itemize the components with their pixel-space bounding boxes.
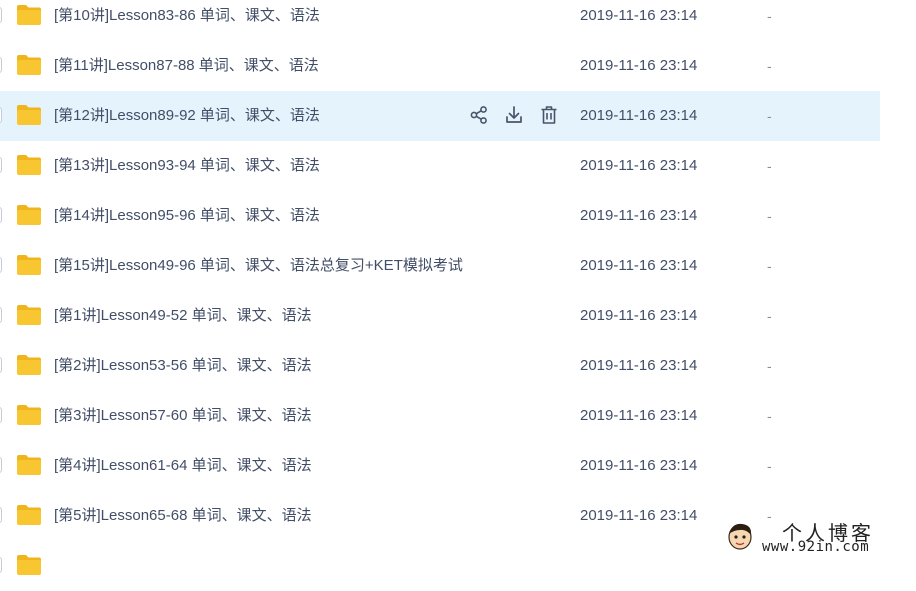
row-checkbox[interactable] [0,257,2,273]
file-name[interactable]: [第11讲]Lesson87-88 单词、课文、语法 [54,56,319,76]
delete-icon[interactable] [538,104,560,126]
file-list: [第10讲]Lesson83-86 单词、课文、语法 2019-11-16 23:… [0,0,880,591]
folder-icon [16,154,42,176]
file-name[interactable]: [第13讲]Lesson93-94 单词、课文、语法 [54,156,320,176]
file-name[interactable]: [第4讲]Lesson61-64 单词、课文、语法 [54,456,312,476]
file-size: - [767,308,772,324]
folder-icon [16,54,42,76]
modified-date: 2019-11-16 23:14 [580,257,698,274]
row-checkbox[interactable] [0,307,2,323]
file-row[interactable]: [第15讲]Lesson49-96 单词、课文、语法总复习+KET模拟考试 201… [0,241,880,291]
modified-date: 2019-11-16 23:14 [580,7,698,24]
file-row[interactable]: [第3讲]Lesson57-60 单词、课文、语法 2019-11-16 23:1… [0,391,880,441]
row-checkbox[interactable] [0,107,2,123]
row-checkbox[interactable] [0,57,2,73]
file-name[interactable]: [第5讲]Lesson65-68 单词、课文、语法 [54,506,312,526]
file-row[interactable]: [第1讲]Lesson49-52 单词、课文、语法 2019-11-16 23:1… [0,291,880,341]
watermark-url: www.92in.com [762,539,870,555]
folder-icon [16,4,42,26]
file-row[interactable]: [第14讲]Lesson95-96 单词、课文、语法 2019-11-16 23:… [0,191,880,241]
folder-icon [16,204,42,226]
modified-date: 2019-11-16 23:14 [580,307,698,324]
file-row[interactable]: [第10讲]Lesson83-86 单词、课文、语法 2019-11-16 23:… [0,0,880,41]
file-name[interactable]: [第14讲]Lesson95-96 单词、课文、语法 [54,206,320,226]
modified-date: 2019-11-16 23:14 [580,107,698,124]
file-size: - [767,408,772,424]
row-checkbox[interactable] [0,157,2,173]
folder-icon [16,454,42,476]
avatar-icon [728,523,752,550]
file-name[interactable]: [第1讲]Lesson49-52 单词、课文、语法 [54,306,312,326]
modified-date: 2019-11-16 23:14 [580,207,698,224]
file-row[interactable]: [第2讲]Lesson53-56 单词、课文、语法 2019-11-16 23:1… [0,341,880,391]
row-checkbox[interactable] [0,357,2,373]
modified-date: 2019-11-16 23:14 [580,57,698,74]
file-size: - [767,458,772,474]
file-name[interactable]: [第2讲]Lesson53-56 单词、课文、语法 [54,356,312,376]
file-row[interactable]: [第11讲]Lesson87-88 单词、课文、语法 2019-11-16 23:… [0,41,880,91]
folder-icon [16,104,42,126]
file-size: - [767,58,772,74]
file-size: - [767,208,772,224]
folder-icon [16,254,42,276]
row-checkbox[interactable] [0,557,2,573]
row-checkbox[interactable] [0,7,2,23]
download-icon[interactable] [503,104,525,126]
file-row[interactable]: [第12讲]Lesson89-92 单词、课文、语法 2019-11-16 23:… [0,91,880,141]
file-size: - [767,108,772,124]
file-name[interactable]: [第15讲]Lesson49-96 单词、课文、语法总复习+KET模拟考试 [54,256,463,276]
modified-date: 2019-11-16 23:14 [580,407,698,424]
row-checkbox[interactable] [0,457,2,473]
folder-icon [16,354,42,376]
folder-icon [16,404,42,426]
file-name[interactable]: [第3讲]Lesson57-60 单词、课文、语法 [54,406,312,426]
modified-date: 2019-11-16 23:14 [580,157,698,174]
modified-date: 2019-11-16 23:14 [580,507,698,524]
share-icon[interactable] [468,104,490,126]
file-row[interactable]: [第4讲]Lesson61-64 单词、课文、语法 2019-11-16 23:1… [0,441,880,491]
row-checkbox[interactable] [0,207,2,223]
modified-date: 2019-11-16 23:14 [580,357,698,374]
modified-date: 2019-11-16 23:14 [580,457,698,474]
file-size: - [767,258,772,274]
folder-icon [16,554,42,576]
watermark: 个人博客 www.92in.com [722,517,916,559]
folder-icon [16,504,42,526]
file-size: - [767,8,772,24]
file-name[interactable]: [第12讲]Lesson89-92 单词、课文、语法 [54,106,320,126]
file-size: - [767,358,772,374]
folder-icon [16,304,42,326]
row-checkbox[interactable] [0,507,2,523]
file-name[interactable]: [第10讲]Lesson83-86 单词、课文、语法 [54,6,320,26]
row-checkbox[interactable] [0,407,2,423]
file-row[interactable]: [第13讲]Lesson93-94 单词、课文、语法 2019-11-16 23:… [0,141,880,191]
file-size: - [767,158,772,174]
